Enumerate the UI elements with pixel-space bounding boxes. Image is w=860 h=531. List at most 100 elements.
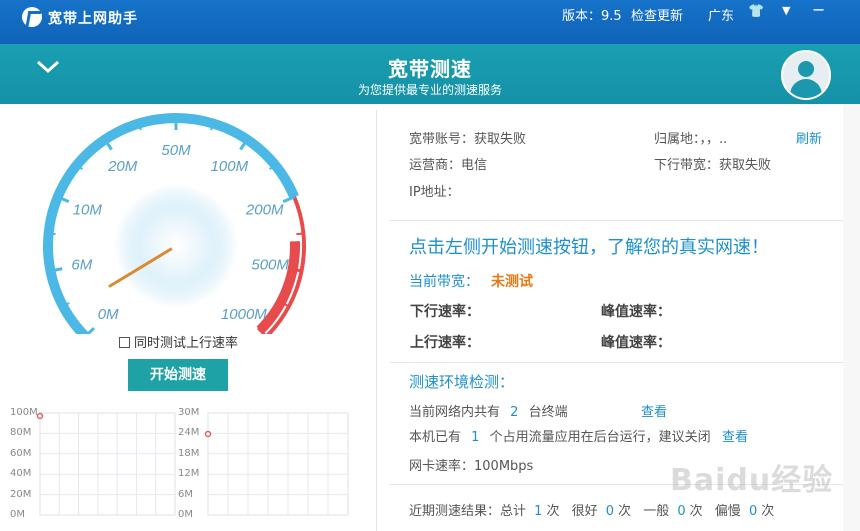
separator <box>390 362 845 363</box>
gauge-tick-label: 500M <box>251 257 289 274</box>
menu-dropdown-icon[interactable]: ▼ <box>782 4 790 17</box>
location-row: 归属地：，，.. <box>654 128 727 147</box>
history-times: 次 <box>618 504 632 519</box>
graph-axis-label: 0M <box>10 509 25 520</box>
gauge-tick-label: 20M <box>107 158 138 175</box>
minimize-button[interactable]: − <box>812 0 825 19</box>
gauge-tick-label: 200M <box>245 201 284 218</box>
location-label: 归属地： <box>654 132 700 147</box>
header-banner: 宽带测速 为您提供最专业的测速服务 <box>0 44 860 104</box>
upload-graph <box>207 412 349 516</box>
graph-axis-label: 80M <box>10 427 32 439</box>
history-slow-label: 偏慢 <box>714 504 741 519</box>
current-bandwidth-label: 当前带宽： <box>409 274 479 290</box>
history-row: 近期测速结果：总计 1次 很好 0次 一般 0次 偏慢 0次 <box>409 500 774 519</box>
ip-row: IP地址： <box>409 181 460 200</box>
devices-count: 2 <box>510 405 519 420</box>
gauge-hub <box>171 241 181 251</box>
down-bandwidth-value: 获取失败 <box>719 158 772 173</box>
apps-suffix: 个占用流量应用在后台运行，建议关闭 <box>489 430 711 445</box>
speed-gauge: 0M 6M 10M 20M 50M 100M 200M 500M 1000M <box>0 104 376 334</box>
speed-gauge-svg: 0M 6M 10M 20M 50M 100M 200M 500M 1000M <box>43 113 306 334</box>
test-headline: 点击左侧开始测速按钮，了解您的真实网速！ <box>409 237 769 258</box>
history-good-label: 很好 <box>571 504 598 519</box>
app-title: 宽带上网助手 <box>48 11 138 27</box>
graph-axis-label: 6M <box>178 488 193 500</box>
history-slow-count: 0 <box>748 504 758 519</box>
watermark: Baidu经验 <box>670 463 834 498</box>
gauge-tick-label: 50M <box>161 142 191 159</box>
graph-axis-label: 24M <box>178 427 200 439</box>
ip-label: IP地址： <box>409 185 460 200</box>
graph-marker <box>204 430 212 438</box>
panel-divider <box>376 110 377 531</box>
title-bar: 宽带上网助手 版本：9.5 检查更新 广东 👕 ▼ − <box>0 0 860 44</box>
download-graph <box>39 412 176 516</box>
speed-graphs: 100M 80M 60M 40M 20M 0M 30M 24M 18M 12M 6M 0M <box>0 407 376 531</box>
graph-axis-label: 40M <box>10 468 32 480</box>
isp-value: 电信 <box>461 158 488 173</box>
scrollbar[interactable] <box>843 104 860 531</box>
gauge-tick <box>282 195 295 203</box>
graph-axis-label: 60M <box>10 447 32 459</box>
history-good-count: 0 <box>605 504 615 519</box>
gauge-tick <box>48 232 56 236</box>
devices-row: 当前网络内共有 2 台终端 <box>409 401 568 420</box>
region-selector[interactable]: 广东 <box>708 5 734 24</box>
gauge-tick-label: 100M <box>211 158 249 175</box>
checkbox-box[interactable] <box>119 337 130 348</box>
avatar-head <box>798 61 814 77</box>
history-label: 近期测速结果：总计 <box>409 504 527 519</box>
gauge-tick-label: 1000M <box>221 306 267 323</box>
devices-suffix: 台终端 <box>528 405 568 420</box>
devices-prefix: 当前网络内共有 <box>409 405 501 420</box>
history-times: 次 <box>689 504 703 519</box>
apps-row: 本机已有 1 个占用流量应用在后台运行，建议关闭 <box>409 426 711 445</box>
view-devices-link[interactable]: 查看 <box>641 401 667 420</box>
graph-axis-label: 30M <box>178 407 200 418</box>
sync-upload-label: 同时测试上行速率 <box>134 336 239 351</box>
graph-axis-label: 20M <box>10 488 32 500</box>
graph-axis-label: 0M <box>178 509 193 520</box>
avatar-body <box>790 79 822 98</box>
history-times: 次 <box>761 504 775 519</box>
down-peak-label: 峰值速率： <box>601 304 671 320</box>
apps-count: 1 <box>471 430 480 445</box>
version-label: 版本：9.5 <box>562 9 622 24</box>
account-label: 宽带账号： <box>409 132 475 147</box>
history-normal-count: 0 <box>677 504 686 519</box>
page-title: 宽带测速 <box>388 57 472 81</box>
isp-label: 运营商： <box>409 158 462 173</box>
account-value: 获取失败 <box>474 132 527 147</box>
sync-upload-checkbox[interactable]: 同时测试上行速率 <box>119 332 238 351</box>
shirt-icon[interactable]: 👕 <box>748 4 764 19</box>
current-bandwidth-value: 未测试 <box>491 274 533 290</box>
graph-axis-label: 100M <box>10 407 38 418</box>
up-peak-label: 峰值速率： <box>601 335 671 351</box>
history-normal-label: 一般 <box>643 504 670 519</box>
start-test-button[interactable]: 开始测速 <box>128 359 228 391</box>
location-value: ，，.. <box>699 132 728 147</box>
page-subtitle: 为您提供最专业的测速服务 <box>357 83 502 97</box>
nic-speed: 网卡速率：100Mbps <box>409 459 534 474</box>
history-total: 1 <box>534 504 543 519</box>
refresh-link[interactable]: 刷新 <box>796 128 822 147</box>
down-bandwidth-label: 下行带宽： <box>654 158 720 173</box>
view-apps-link[interactable]: 查看 <box>722 426 748 445</box>
graph-marker <box>36 412 44 420</box>
gauge-tick-label: 10M <box>73 201 103 218</box>
app-logo-icon <box>22 7 42 27</box>
history-times: 次 <box>546 504 560 519</box>
user-avatar-icon[interactable] <box>781 50 831 100</box>
gauge-tick-label: 6M <box>71 257 92 274</box>
check-update-link[interactable]: 检查更新 <box>631 5 683 24</box>
gauge-tick-label: 0M <box>98 306 119 323</box>
env-check-title: 测速环境检测： <box>409 373 515 391</box>
down-bandwidth-row: 下行带宽：获取失败 <box>654 154 771 173</box>
apps-prefix: 本机已有 <box>409 430 462 445</box>
gauge-tick <box>296 232 304 236</box>
graph-axis-label: 18M <box>178 447 200 459</box>
graph-axis-label: 12M <box>178 468 200 480</box>
account-row: 宽带账号：获取失败 <box>409 128 526 147</box>
isp-row: 运营商：电信 <box>409 154 487 173</box>
